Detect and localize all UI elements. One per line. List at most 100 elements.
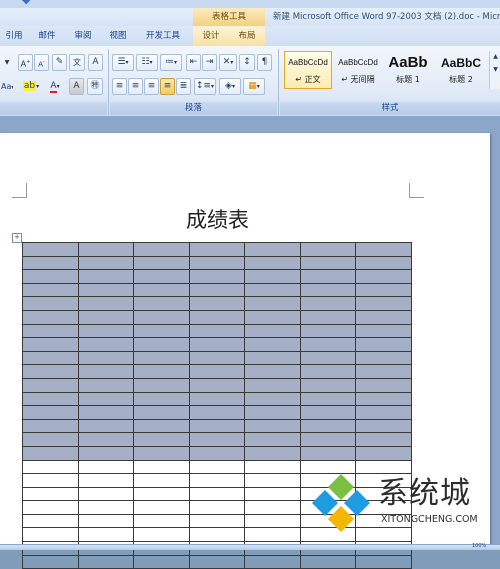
table-cell[interactable] bbox=[22, 337, 79, 352]
table-cell[interactable] bbox=[188, 405, 246, 420]
table-cell[interactable] bbox=[244, 337, 301, 352]
table-cell[interactable] bbox=[355, 323, 412, 339]
table-row[interactable] bbox=[22, 309, 412, 325]
table-cell[interactable] bbox=[299, 296, 357, 311]
office-logo-icon[interactable]: ◆ bbox=[22, 0, 36, 6]
table-cell[interactable] bbox=[133, 391, 190, 407]
tab-review[interactable]: 审阅 bbox=[68, 26, 98, 46]
table-cell[interactable] bbox=[22, 445, 79, 461]
table-cell[interactable] bbox=[244, 486, 301, 502]
table-cell[interactable] bbox=[77, 500, 135, 515]
table-row[interactable] bbox=[22, 418, 412, 434]
table-cell[interactable] bbox=[22, 364, 79, 379]
table-cell[interactable] bbox=[22, 513, 79, 529]
table-cell[interactable] bbox=[22, 269, 79, 284]
table-cell[interactable] bbox=[355, 364, 412, 379]
distributed-icon[interactable]: ≣ bbox=[176, 78, 191, 95]
table-cell[interactable] bbox=[244, 391, 301, 407]
table-cell[interactable] bbox=[244, 309, 301, 325]
style-heading-2[interactable]: AaBbC 标题 2 bbox=[434, 51, 488, 89]
font-color-icon[interactable]: A▾ bbox=[44, 78, 66, 95]
table-cell[interactable] bbox=[77, 377, 135, 393]
table-cell[interactable] bbox=[299, 418, 357, 434]
multilevel-list-icon[interactable]: ≔▾ bbox=[160, 54, 182, 71]
table-cell[interactable] bbox=[188, 527, 246, 543]
table-cell[interactable] bbox=[77, 554, 135, 569]
table-cell[interactable] bbox=[188, 459, 246, 475]
table-cell[interactable] bbox=[77, 527, 135, 543]
table-cell[interactable] bbox=[77, 486, 135, 502]
table-row[interactable] bbox=[22, 445, 412, 461]
table-cell[interactable] bbox=[355, 445, 412, 461]
shading-icon[interactable]: ◈▾ bbox=[219, 78, 241, 95]
table-cell[interactable] bbox=[355, 282, 412, 298]
table-cell[interactable] bbox=[355, 391, 412, 407]
table-cell[interactable] bbox=[133, 350, 190, 366]
table-cell[interactable] bbox=[77, 350, 135, 366]
table-cell[interactable] bbox=[188, 337, 246, 352]
table-cell[interactable] bbox=[299, 391, 357, 407]
character-shading-icon[interactable]: A bbox=[69, 78, 84, 95]
table-cell[interactable] bbox=[77, 405, 135, 420]
table-cell[interactable] bbox=[133, 554, 190, 569]
table-cell[interactable] bbox=[77, 513, 135, 529]
table-cell[interactable] bbox=[77, 242, 135, 257]
table-cell[interactable] bbox=[133, 323, 190, 339]
table-cell[interactable] bbox=[299, 445, 357, 461]
table-cell[interactable] bbox=[188, 513, 246, 529]
table-cell[interactable] bbox=[133, 309, 190, 325]
table-row[interactable] bbox=[22, 405, 412, 420]
table-cell[interactable] bbox=[188, 350, 246, 366]
shrink-font-icon[interactable]: A- bbox=[34, 54, 49, 71]
table-cell[interactable] bbox=[77, 459, 135, 475]
tab-table-design[interactable]: 设计 bbox=[193, 26, 229, 46]
table-cell[interactable] bbox=[133, 527, 190, 543]
table-row[interactable] bbox=[22, 364, 412, 379]
table-cell[interactable] bbox=[244, 500, 301, 515]
table-cell[interactable] bbox=[133, 500, 190, 515]
table-cell[interactable] bbox=[77, 269, 135, 284]
table-cell[interactable] bbox=[188, 377, 246, 393]
table-cell[interactable] bbox=[299, 432, 357, 447]
table-row[interactable] bbox=[22, 432, 412, 447]
tab-table-layout[interactable]: 布局 bbox=[229, 26, 265, 46]
table-cell[interactable] bbox=[188, 473, 246, 488]
table-cell[interactable] bbox=[244, 377, 301, 393]
tab-mailings[interactable]: 邮件 bbox=[32, 26, 62, 46]
align-right-icon[interactable]: ≡ bbox=[144, 78, 159, 95]
table-cell[interactable] bbox=[133, 364, 190, 379]
justify-icon[interactable]: ≡ bbox=[160, 78, 175, 95]
table-cell[interactable] bbox=[244, 554, 301, 569]
table-cell[interactable] bbox=[22, 527, 79, 543]
table-cell[interactable] bbox=[355, 418, 412, 434]
table-cell[interactable] bbox=[133, 337, 190, 352]
table-cell[interactable] bbox=[188, 242, 246, 257]
table-cell[interactable] bbox=[133, 377, 190, 393]
table-cell[interactable] bbox=[22, 473, 79, 488]
table-cell[interactable] bbox=[299, 282, 357, 298]
bullets-icon[interactable]: ☰▾ bbox=[112, 54, 134, 71]
table-cell[interactable] bbox=[22, 255, 79, 271]
table-move-handle-icon[interactable]: + bbox=[12, 233, 22, 243]
table-cell[interactable] bbox=[133, 418, 190, 434]
table-cell[interactable] bbox=[244, 364, 301, 379]
align-left-icon[interactable]: ≡ bbox=[112, 78, 127, 95]
phonetic-guide-icon[interactable]: 文 bbox=[69, 54, 85, 71]
table-cell[interactable] bbox=[244, 405, 301, 420]
chinese-layout-icon[interactable]: ✕▾ bbox=[219, 54, 237, 71]
table-cell[interactable] bbox=[299, 255, 357, 271]
table-row[interactable] bbox=[22, 255, 412, 271]
table-cell[interactable] bbox=[22, 350, 79, 366]
table-cell[interactable] bbox=[299, 364, 357, 379]
table-cell[interactable] bbox=[244, 269, 301, 284]
table-cell[interactable] bbox=[355, 405, 412, 420]
table-cell[interactable] bbox=[77, 337, 135, 352]
table-cell[interactable] bbox=[355, 269, 412, 284]
table-cell[interactable] bbox=[188, 255, 246, 271]
table-cell[interactable] bbox=[133, 269, 190, 284]
table-cell[interactable] bbox=[133, 255, 190, 271]
table-cell[interactable] bbox=[77, 296, 135, 311]
show-marks-icon[interactable]: ¶ bbox=[257, 54, 272, 71]
tab-references[interactable]: 引用 bbox=[0, 26, 28, 46]
table-cell[interactable] bbox=[22, 282, 79, 298]
